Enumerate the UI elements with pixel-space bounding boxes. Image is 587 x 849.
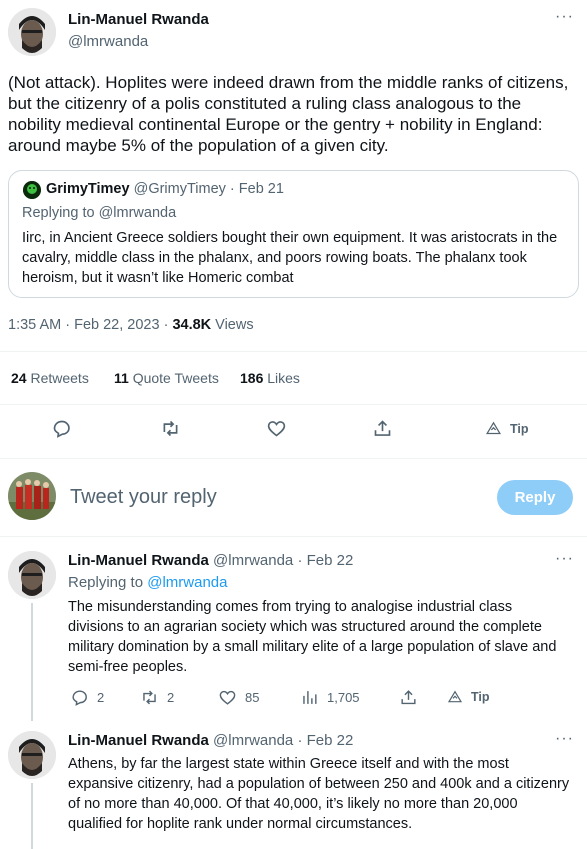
views-count: 34.8K [172,317,212,333]
views-count: 1,705 [327,690,360,705]
avatar-image [8,551,56,599]
reply-author-handle[interactable]: @lmrwanda [213,552,293,569]
likes-stat[interactable]: 186 Likes [240,370,300,386]
tweet-time[interactable]: 1:35 AM · Feb 22, 2023 · [8,317,172,333]
quote-date: · Feb 21 [225,181,284,197]
reply-input[interactable]: Tweet your reply [70,486,480,509]
tip-button[interactable]: Tip [485,420,529,437]
current-user-avatar-image [8,472,56,520]
quote-tweets-label: Quote Tweets [128,370,219,386]
retweet-button[interactable] [160,418,181,444]
divider [0,536,587,537]
like-button[interactable] [266,418,287,444]
reply-replying-handle[interactable]: @lmrwanda [147,574,227,591]
heart-icon [267,421,286,437]
reply-retweet-button[interactable]: 2 [140,688,174,707]
reply-icon [53,420,70,438]
retweets-label: Retweets [26,370,89,386]
tweet-text: (Not attack). Hoplites were indeed drawn… [8,73,569,155]
tweet-meta: 1:35 AM · Feb 22, 2023 · 34.8K Views [8,317,254,333]
retweet-count: 2 [167,690,175,705]
heart-icon [219,690,236,705]
share-icon [374,420,391,436]
reply-replying-to: Replying to @lmrwanda [68,574,227,591]
divider [0,458,587,459]
quote-replying-to: Replying to @lmrwanda [22,205,176,221]
reply-submit-button[interactable]: Reply [497,480,573,515]
current-user-avatar[interactable] [8,472,56,520]
reply-header: Lin-Manuel Rwanda @lmrwanda · Feb 22 [68,732,353,749]
tip-icon [485,421,502,435]
likes-count: 186 [240,370,264,386]
tip-label: Tip [510,421,529,436]
tip-icon [447,690,463,703]
reply-text: Athens, by far the largest state within … [68,756,570,832]
more-dots-icon[interactable]: ··· [555,730,574,748]
retweets-count: 24 [11,370,27,386]
thread-line [31,603,33,721]
reply-reply-button[interactable]: 2 [70,688,104,707]
divider [0,404,587,405]
tip-label: Tip [471,690,490,704]
more-dots-icon[interactable]: ··· [555,550,574,568]
quote-tweets-stat[interactable]: 11 Quote Tweets [114,370,219,386]
quote-author-name: GrimyTimey [46,181,130,197]
reply-author-handle[interactable]: @lmrwanda [213,732,293,749]
quote-replying-prefix: Replying to [22,205,99,221]
views-icon [303,691,317,704]
quote-replying-handle: @lmrwanda [98,205,177,221]
share-button[interactable] [372,418,393,444]
author-handle[interactable]: @lmrwanda [68,33,148,50]
retweet-icon [143,690,156,705]
reply-header: Lin-Manuel Rwanda @lmrwanda · Feb 22 [68,552,353,569]
reply-text: The misunderstanding comes from trying t… [68,599,557,675]
retweets-stat[interactable]: 24 Retweets [11,370,89,386]
thread-line [31,783,33,849]
views-label: Views [211,317,254,333]
reply-share-button[interactable] [399,688,418,707]
reply-count: 2 [97,690,105,705]
avatar-image [8,731,56,779]
reply-author-name[interactable]: Lin-Manuel Rwanda [68,732,209,749]
share-icon [401,690,416,705]
reply-date[interactable]: · Feb 22 [293,552,353,569]
divider [0,351,587,352]
reply-tip-button[interactable]: Tip [447,689,490,705]
author-name[interactable]: Lin-Manuel Rwanda [68,11,209,28]
reply-date[interactable]: · Feb 22 [293,732,353,749]
quoted-tweet[interactable]: GrimyTimey @GrimyTimey · Feb 21 Replying… [8,170,579,298]
reply-author-avatar[interactable] [8,551,56,599]
reply-author-name[interactable]: Lin-Manuel Rwanda [68,552,209,569]
reply-button[interactable] [51,418,72,444]
reply-replying-prefix: Replying to [68,574,148,591]
quote-text: Iirc, in Ancient Greece soldiers bought … [22,230,558,286]
more-dots-icon[interactable]: ··· [555,8,574,26]
reply-author-avatar[interactable] [8,731,56,779]
quote-author-handle: @GrimyTimey [133,181,226,197]
quote-header: GrimyTimey @GrimyTimey · Feb 21 [46,181,284,197]
quote-tweets-count: 11 [114,370,129,386]
reply-icon [72,690,87,706]
reply-like-button[interactable]: 85 [218,688,259,707]
like-count: 85 [245,690,260,705]
likes-label: Likes [263,370,300,386]
retweet-icon [163,420,178,437]
author-avatar[interactable] [8,8,56,56]
reply-views-button[interactable]: 1,705 [300,688,360,707]
avatar-image [8,8,56,56]
quote-author-avatar [23,181,41,199]
